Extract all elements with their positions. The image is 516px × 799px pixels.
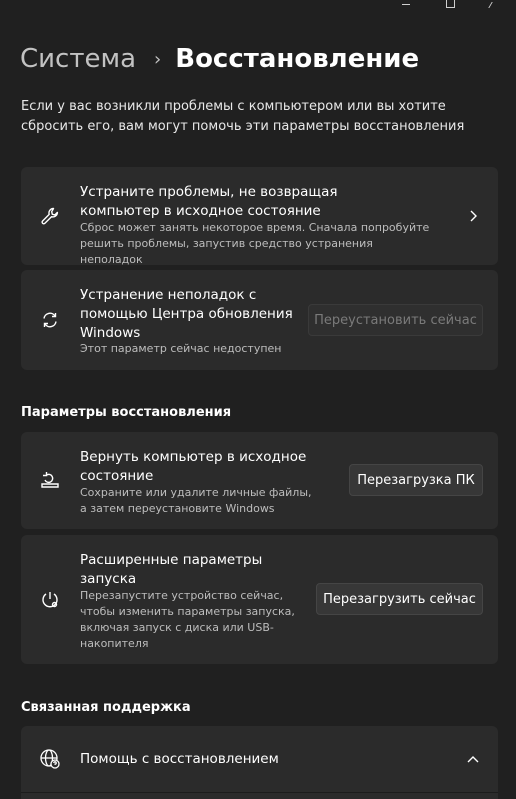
breadcrumb-separator: ›: [154, 48, 162, 70]
update-repair-title: Устранение неполадок с помощью Центра об…: [80, 287, 293, 341]
window-controls: [384, 0, 516, 8]
breadcrumb: Система › Восстановление: [20, 44, 419, 74]
chevron-up-icon[interactable]: [466, 752, 480, 766]
breadcrumb-parent[interactable]: Система: [20, 44, 136, 74]
support-section-heading: Связанная поддержка: [21, 700, 191, 715]
reset-pc-desc: Сохраните или удалите личные файлы, а за…: [80, 486, 312, 515]
wrench-icon: [39, 205, 61, 227]
page-title: Восстановление: [175, 44, 420, 74]
advanced-startup-title: Расширенные параметры запуска: [80, 552, 263, 587]
close-button[interactable]: [472, 0, 516, 8]
reset-pc-icon: [39, 469, 61, 491]
recovery-help-title: Помощь с восстановлением: [80, 751, 279, 767]
update-repair-desc: Этот параметр сейчас недоступен: [80, 342, 282, 355]
advanced-startup-card: Расширенные параметры запуска Перезапуст…: [21, 535, 498, 664]
maximize-button[interactable]: [428, 0, 472, 8]
fix-problems-card[interactable]: Устраните проблемы, не возвращая компьют…: [21, 167, 498, 266]
reset-pc-title: Вернуть компьютер в исходное состояние: [80, 449, 307, 484]
recovery-help-card[interactable]: Помощь с восстановлением: [21, 726, 498, 792]
advanced-startup-desc: Перезапустите устройство сейчас, чтобы и…: [80, 589, 295, 650]
reset-pc-card: Вернуть компьютер в исходное состояние С…: [21, 432, 498, 529]
reinstall-now-button[interactable]: Переустановить сейчас: [308, 304, 483, 336]
chevron-right-icon: [466, 209, 480, 223]
fix-problems-desc: Сброс может занять некоторое время. Снач…: [80, 221, 430, 266]
globe-help-icon: [39, 748, 61, 770]
sync-icon: [39, 309, 61, 331]
update-repair-card: Устранение неполадок с помощью Центра об…: [21, 270, 498, 370]
restart-now-button[interactable]: Перезагрузить сейчас: [316, 583, 483, 615]
intro-text: Если у вас возникли проблемы с компьютер…: [21, 99, 465, 134]
fix-problems-title: Устраните проблемы, не возвращая компьют…: [80, 184, 338, 219]
advanced-startup-icon: [39, 589, 61, 611]
reset-pc-button[interactable]: Перезагрузка ПК: [349, 464, 483, 496]
recovery-section-heading: Параметры восстановления: [21, 405, 232, 420]
minimize-button[interactable]: [384, 0, 428, 8]
